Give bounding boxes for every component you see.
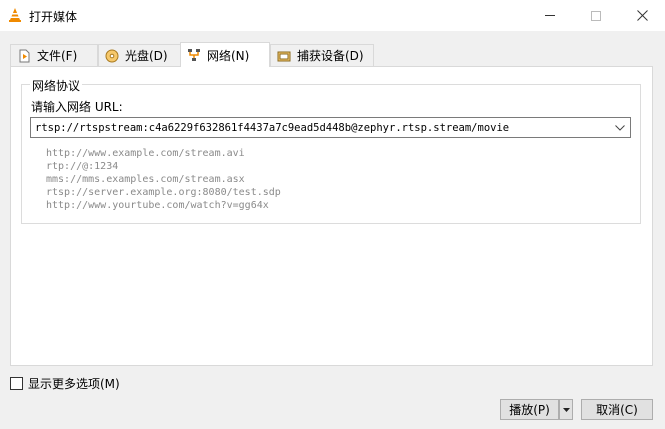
group-title: 网络协议 xyxy=(30,77,83,94)
close-icon xyxy=(636,10,648,21)
url-dropdown-button[interactable] xyxy=(610,118,630,137)
example-url: http://www.yourtube.com/watch?v=gg64x xyxy=(46,200,269,211)
network-protocol-group: 网络协议 请输入网络 URL: rtsp://rtspstream:c4a622… xyxy=(21,77,641,224)
title-bar: 打开媒体 xyxy=(0,0,665,31)
tab-capture-label: 捕获设备(D) xyxy=(297,49,364,63)
chevron-down-icon xyxy=(615,124,625,131)
tab-file-label: 文件(F) xyxy=(37,49,78,63)
window-title: 打开媒体 xyxy=(29,10,78,24)
url-input-value: rtsp://rtspstream:c4a6229f632861f4437a7c… xyxy=(35,121,510,134)
example-url: mms://mms.examples.com/stream.asx xyxy=(46,174,245,185)
play-dropdown-button[interactable] xyxy=(559,399,573,420)
maximize-button[interactable] xyxy=(573,0,619,31)
url-input[interactable]: rtsp://rtspstream:c4a6229f632861f4437a7c… xyxy=(30,117,631,138)
tab-capture-device[interactable]: 捕获设备(D) xyxy=(270,44,374,66)
network-icon xyxy=(188,49,200,61)
tab-file[interactable]: 文件(F) xyxy=(10,44,98,66)
maximize-icon xyxy=(591,10,601,21)
disc-icon xyxy=(105,49,119,62)
vlc-cone-icon xyxy=(9,8,21,22)
caret-down-icon xyxy=(562,407,570,412)
capture-device-icon xyxy=(277,51,291,61)
show-more-checkbox[interactable] xyxy=(10,377,23,390)
file-icon xyxy=(19,49,30,62)
tab-network-label: 网络(N) xyxy=(207,48,250,63)
url-label: 请输入网络 URL: xyxy=(31,100,123,114)
close-button[interactable] xyxy=(619,0,665,31)
tab-disc[interactable]: 光盘(D) xyxy=(98,44,188,66)
network-panel: 网络协议 请输入网络 URL: rtsp://rtspstream:c4a622… xyxy=(10,66,653,366)
tab-network[interactable]: 网络(N) xyxy=(180,42,270,67)
url-examples: http://www.example.com/stream.avi rtp://… xyxy=(46,147,281,212)
cancel-button[interactable]: 取消(C) xyxy=(581,399,653,420)
cancel-button-label: 取消(C) xyxy=(596,403,638,417)
tab-disc-label: 光盘(D) xyxy=(125,49,168,63)
minimize-icon xyxy=(545,15,555,16)
play-button[interactable]: 播放(P) xyxy=(500,399,559,420)
show-more-label: 显示更多选项(M) xyxy=(28,377,120,391)
show-more-options[interactable]: 显示更多选项(M) xyxy=(10,375,120,392)
example-url: rtp://@:1234 xyxy=(46,161,119,172)
example-url: http://www.example.com/stream.avi xyxy=(46,148,245,159)
minimize-button[interactable] xyxy=(527,0,573,31)
example-url: rtsp://server.example.org:8080/test.sdp xyxy=(46,187,281,198)
play-button-label: 播放(P) xyxy=(509,403,550,417)
